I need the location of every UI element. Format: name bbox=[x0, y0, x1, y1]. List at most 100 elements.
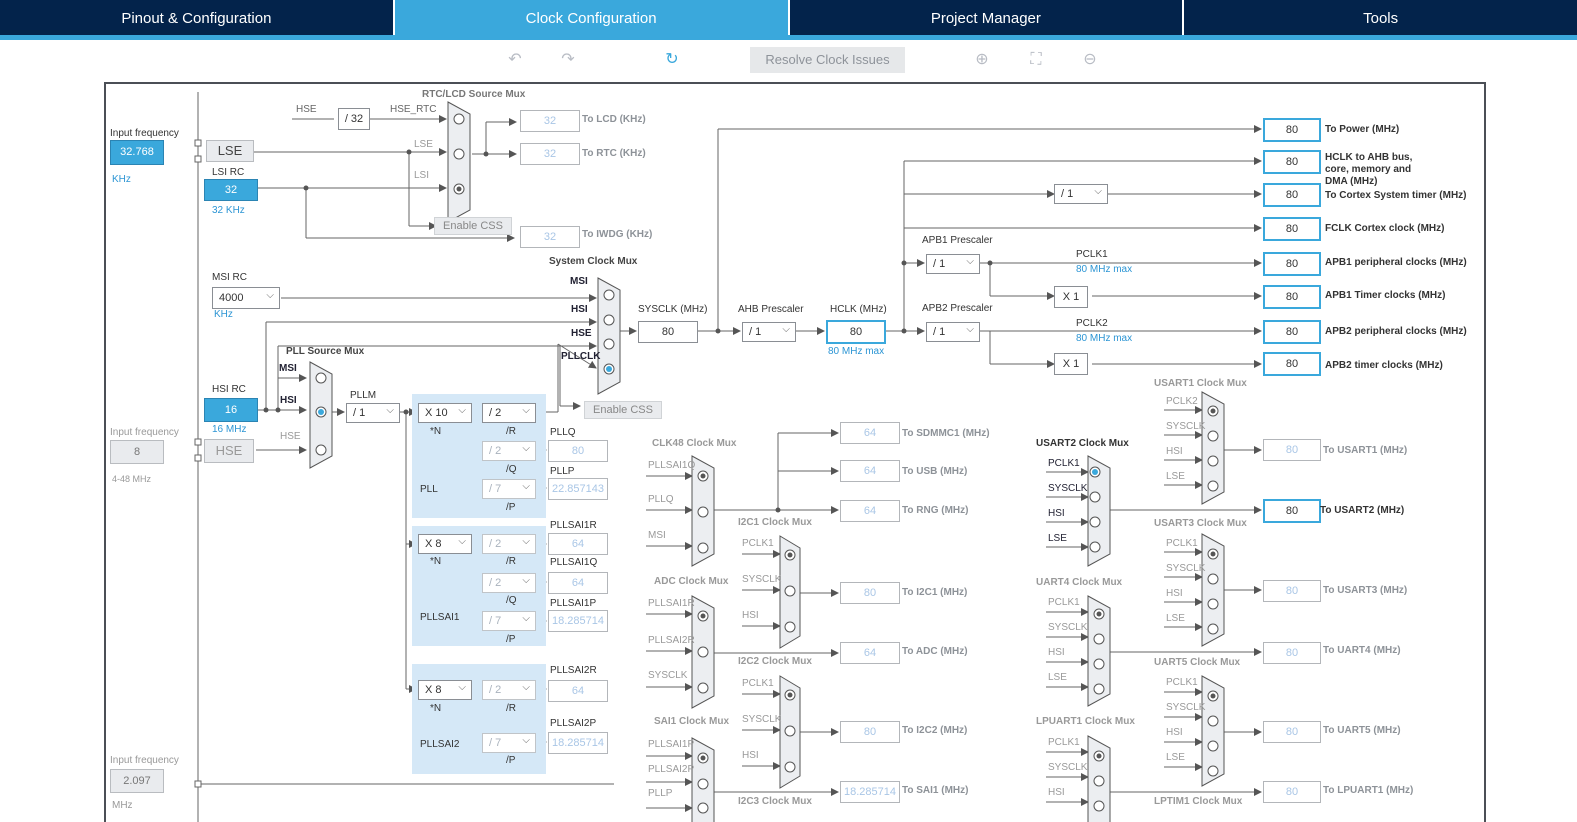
usart2-clock-value[interactable]: 80 bbox=[1263, 499, 1321, 523]
msi-range-select[interactable]: 4000 ⌵ bbox=[212, 287, 280, 309]
ext-input-label: Input frequency bbox=[110, 755, 179, 766]
pllsrc-hsi-label: HSI bbox=[280, 395, 297, 406]
ext-input-frequency[interactable]: 2.097 bbox=[110, 769, 164, 793]
pll-p-select[interactable]: / 7 ⌵ bbox=[482, 479, 536, 499]
pllsai1-r-label: /R bbox=[506, 556, 516, 567]
pllsai1-r-select[interactable]: / 2 ⌵ bbox=[482, 534, 536, 554]
pllsai1-n-select[interactable]: X 8 ⌵ bbox=[418, 534, 472, 554]
hse-input-frequency[interactable]: 8 bbox=[110, 440, 164, 464]
uart4-in-pclk1: PCLK1 bbox=[1048, 597, 1080, 608]
chevron-down-icon: ⌵ bbox=[522, 575, 530, 586]
adc-clock-label: To ADC (MHz) bbox=[902, 646, 968, 657]
chevron-down-icon: ⌵ bbox=[458, 405, 466, 416]
hclk-ahb-value[interactable]: 80 bbox=[1263, 150, 1321, 174]
lse-unit: KHz bbox=[112, 174, 131, 185]
fclk-label: FCLK Cortex clock (MHz) bbox=[1325, 223, 1445, 234]
apb1-timer-value[interactable]: 80 bbox=[1263, 285, 1321, 309]
tab-clock-configuration[interactable]: Clock Configuration bbox=[394, 0, 790, 35]
pllsai2-p-select[interactable]: / 7 ⌵ bbox=[482, 733, 536, 753]
lcd-clock-value: 32 bbox=[520, 110, 580, 132]
chevron-down-icon: ⌵ bbox=[522, 735, 530, 746]
apb1-prescaler-select[interactable]: / 1 ⌵ bbox=[926, 254, 980, 274]
pll-q-select[interactable]: / 2 ⌵ bbox=[482, 441, 536, 461]
apb2-prescaler-select[interactable]: / 1 ⌵ bbox=[926, 322, 980, 342]
pll-n-select[interactable]: X 10 ⌵ bbox=[418, 403, 472, 423]
refresh-icon[interactable]: ↻ bbox=[662, 50, 682, 70]
enable-css-lse-button[interactable]: Enable CSS bbox=[434, 217, 512, 235]
hclk-ahb-label: HCLK to AHB bus, core, memory and DMA (M… bbox=[1325, 152, 1413, 187]
hsi-value: 16 bbox=[204, 398, 258, 422]
lsi-unit: 32 KHz bbox=[212, 205, 245, 216]
hse-rtc-divider[interactable]: / 32 bbox=[338, 108, 370, 130]
lptim1-mux-title: LPTIM1 Clock Mux bbox=[1154, 796, 1243, 807]
pllm-select[interactable]: / 1 ⌵ bbox=[346, 403, 400, 423]
ahb-prescaler-label: AHB Prescaler bbox=[738, 304, 804, 315]
chevron-down-icon: ⌵ bbox=[522, 613, 530, 624]
pllsrc-msi-label: MSI bbox=[279, 363, 297, 374]
lse-input-frequency[interactable]: 32.768 bbox=[110, 140, 164, 165]
enable-css-hse-button[interactable]: Enable CSS bbox=[584, 401, 662, 419]
pllsai2-r-select[interactable]: / 2 ⌵ bbox=[482, 680, 536, 700]
fclk-value[interactable]: 80 bbox=[1263, 217, 1321, 241]
pll-n-label: *N bbox=[430, 426, 442, 437]
pllsai2r-label: PLLSAI2R bbox=[550, 665, 597, 676]
uart5-clock-label: To UART5 (MHz) bbox=[1323, 725, 1401, 736]
hclk-value[interactable]: 80 bbox=[826, 320, 886, 344]
usart3-in-lse: LSE bbox=[1166, 613, 1185, 624]
usart2-in-hsi: HSI bbox=[1048, 508, 1065, 519]
apb2-timer-value[interactable]: 80 bbox=[1263, 352, 1321, 376]
zoom-out-icon[interactable]: ⊖ bbox=[1080, 50, 1100, 70]
pllsai2-n-select[interactable]: X 8 ⌵ bbox=[418, 680, 472, 700]
pllsai1r-value: 64 bbox=[548, 533, 608, 555]
undo-icon[interactable]: ↶ bbox=[505, 50, 525, 70]
usb-clock-value: 64 bbox=[840, 460, 900, 482]
pllsai2p-label: PLLSAI2P bbox=[550, 718, 597, 729]
sysclk-value[interactable]: 80 bbox=[638, 321, 698, 343]
fit-icon[interactable]: ⛶ bbox=[1026, 50, 1046, 70]
hse-range: 4-48 MHz bbox=[112, 474, 152, 484]
pllsai1-q-select[interactable]: / 2 ⌵ bbox=[482, 573, 536, 593]
pllsai1q-value: 64 bbox=[548, 572, 608, 594]
uart5-in-lse: LSE bbox=[1166, 752, 1185, 763]
sysclk-label: SYSCLK (MHz) bbox=[638, 304, 708, 315]
pll-r-label: /R bbox=[506, 426, 516, 437]
rtc-clock-value: 32 bbox=[520, 143, 580, 165]
pclk2-label: PCLK2 bbox=[1076, 318, 1108, 329]
cortex-timer-value[interactable]: 80 bbox=[1263, 183, 1321, 207]
pllp-label: PLLP bbox=[550, 466, 575, 477]
rtc-lsi-label: LSI bbox=[414, 170, 430, 181]
pllsai1-p-select[interactable]: / 7 ⌵ bbox=[482, 611, 536, 631]
tab-project-manager[interactable]: Project Manager bbox=[790, 0, 1185, 35]
main-tabs: Pinout & Configuration Clock Configurati… bbox=[0, 0, 1577, 35]
tab-pinout-configuration[interactable]: Pinout & Configuration bbox=[0, 0, 395, 35]
pllsai2-p-label: /P bbox=[506, 755, 516, 766]
ahb-prescaler-select[interactable]: / 1 ⌵ bbox=[742, 322, 796, 342]
sysmux-msi-label: MSI bbox=[570, 276, 588, 287]
redo-icon[interactable]: ↷ bbox=[558, 50, 578, 70]
pllsai2-r-label: /R bbox=[506, 703, 516, 714]
pllsai1-q-label: /Q bbox=[506, 595, 517, 606]
pclk2-max: 80 MHz max bbox=[1076, 333, 1133, 344]
apb1-peripheral-value[interactable]: 80 bbox=[1263, 252, 1321, 276]
cortex-timer-label: To Cortex System timer (MHz) bbox=[1325, 190, 1467, 201]
pclk1-label: PCLK1 bbox=[1076, 249, 1108, 260]
pll-r-select[interactable]: / 2 ⌵ bbox=[482, 403, 536, 423]
i2c2-mux-title: I2C2 Clock Mux bbox=[738, 656, 812, 667]
usart3-in-sysclk: SYSCLK bbox=[1166, 563, 1206, 574]
pllsai1q-label: PLLSAI1Q bbox=[550, 557, 598, 568]
power-clock-value[interactable]: 80 bbox=[1263, 118, 1321, 142]
tab-tools[interactable]: Tools bbox=[1184, 0, 1577, 35]
lpuart1-in-pclk1: PCLK1 bbox=[1048, 737, 1080, 748]
usart3-clock-value: 80 bbox=[1263, 580, 1321, 602]
pllsai1r-label: PLLSAI1R bbox=[550, 520, 597, 531]
lpuart1-in-sysclk: SYSCLK bbox=[1048, 762, 1088, 773]
apb2-peripheral-value[interactable]: 80 bbox=[1263, 320, 1321, 344]
uart4-clock-value: 80 bbox=[1263, 642, 1321, 664]
cortex-timer-divider-select[interactable]: / 1 ⌵ bbox=[1054, 184, 1108, 204]
zoom-in-icon[interactable]: ⊕ bbox=[972, 50, 992, 70]
pll-q-label: /Q bbox=[506, 464, 517, 475]
chevron-down-icon: ⌵ bbox=[522, 481, 530, 492]
usb-clock-label: To USB (MHz) bbox=[902, 466, 968, 477]
pllsai2-name: PLLSAI2 bbox=[420, 739, 460, 750]
resolve-clock-issues-button[interactable]: Resolve Clock Issues bbox=[750, 47, 905, 73]
